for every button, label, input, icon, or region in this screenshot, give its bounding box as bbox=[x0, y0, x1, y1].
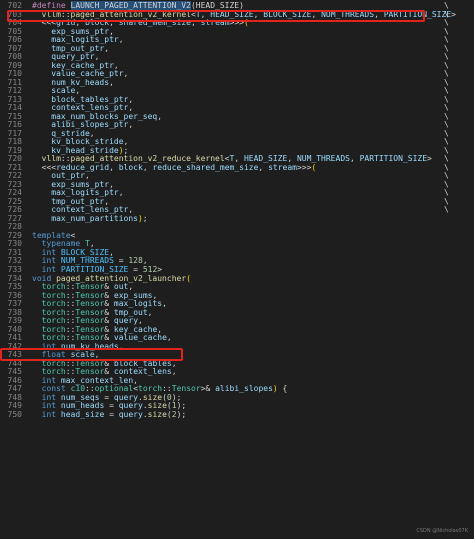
code-token: >& bbox=[200, 384, 216, 394]
code-token: , bbox=[190, 18, 201, 28]
code-token: ( bbox=[243, 18, 249, 28]
code-token: query bbox=[118, 409, 143, 419]
code-token: , bbox=[104, 43, 110, 53]
code-token: , bbox=[349, 154, 360, 164]
code-token: , bbox=[157, 111, 163, 121]
code-token: , bbox=[166, 333, 172, 343]
code-line[interactable]: 750 int head_size = query.size(2); bbox=[0, 409, 474, 420]
code-text: max_num_partitions); bbox=[32, 213, 148, 224]
code-token: size bbox=[147, 409, 167, 419]
code-token: , bbox=[142, 162, 153, 172]
code-token: > bbox=[451, 9, 456, 19]
code-token: stream bbox=[268, 162, 297, 172]
code-token: int bbox=[41, 409, 57, 419]
code-token: max_num_partitions bbox=[51, 213, 138, 223]
watermark: CSDN @Nicholas07K bbox=[416, 528, 468, 535]
code-editor[interactable]: 702 #define LAUNCH_PAGED_ATTENTION_V2(HEA… bbox=[0, 1, 474, 420]
code-token: , bbox=[258, 162, 269, 172]
code-token: , bbox=[374, 9, 384, 19]
code-token: , bbox=[162, 299, 167, 309]
code-token: PARTITION_SIZE bbox=[383, 9, 452, 19]
code-token: , bbox=[123, 69, 129, 79]
code-token: , bbox=[253, 9, 264, 19]
code-line[interactable]: 727 max_num_partitions); bbox=[0, 213, 474, 224]
line-continuation: \ bbox=[444, 205, 449, 215]
code-token: , bbox=[171, 367, 177, 377]
code-token: , bbox=[128, 120, 134, 130]
code-token: , bbox=[109, 77, 114, 87]
code-token: alibi_slopes bbox=[215, 384, 273, 394]
code-token: = bbox=[104, 409, 119, 419]
code-token: NUM_THREADS bbox=[321, 9, 375, 19]
code-token: reduce_shared_mem_size bbox=[152, 162, 259, 172]
code-token: PARTITION_SIZE bbox=[359, 154, 428, 164]
code-token: , bbox=[147, 307, 153, 317]
code-token: >>> bbox=[296, 162, 312, 172]
code-token: , bbox=[118, 341, 124, 351]
code-token: stream bbox=[200, 18, 230, 28]
code-token: block bbox=[118, 162, 143, 172]
code-token: ); bbox=[176, 409, 187, 419]
code-token: { bbox=[277, 384, 288, 394]
code-token: BLOCK_SIZE bbox=[263, 9, 312, 19]
code-token: ( bbox=[311, 162, 317, 172]
code-token: ; bbox=[142, 213, 148, 223]
code-token: , bbox=[118, 188, 124, 198]
code-token: shared_mem_size bbox=[118, 18, 191, 28]
code-text: int head_size = query.size(2); bbox=[32, 409, 187, 420]
code-token: >>> bbox=[229, 18, 244, 28]
line-number: 750 bbox=[7, 409, 22, 419]
code-token: , bbox=[311, 9, 322, 19]
code-token: , bbox=[109, 162, 119, 172]
code-token: , bbox=[118, 35, 124, 45]
code-token: head_size bbox=[60, 409, 105, 419]
code-token: ( bbox=[186, 273, 191, 283]
code-token: > bbox=[427, 154, 432, 164]
